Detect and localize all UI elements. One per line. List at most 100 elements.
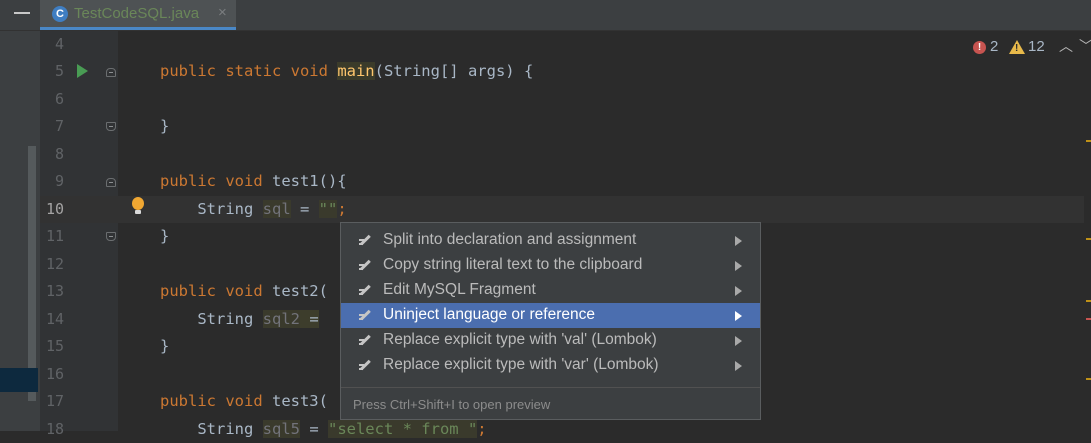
line-number: 13 <box>45 282 64 300</box>
project-panel-scrollbar[interactable] <box>28 146 36 401</box>
previous-highlight-icon[interactable]: ︿ <box>1059 36 1073 56</box>
intention-bulb-icon <box>359 309 373 323</box>
line-number: 8 <box>54 145 64 163</box>
menu-item-label: Split into declaration and assignment <box>383 231 637 248</box>
code-line-15[interactable]: } <box>160 333 169 360</box>
intention-lightbulb-icon[interactable] <box>131 197 145 217</box>
variable-sql5: sql5 <box>262 420 300 438</box>
assign: = <box>299 420 328 438</box>
fold-icon[interactable] <box>106 178 116 187</box>
line-number: 9 <box>54 172 64 190</box>
variable-sql: sql <box>262 200 291 218</box>
intention-bulb-icon <box>359 284 373 298</box>
hide-panel-icon[interactable] <box>14 12 30 14</box>
keyword: public static void <box>160 62 338 80</box>
type: String <box>197 420 263 438</box>
bulb-base <box>135 210 141 214</box>
menu-item-replace-with-val[interactable]: Replace explicit type with 'val' (Lombok… <box>341 328 760 353</box>
code-line-13[interactable]: public void test2( <box>160 278 328 305</box>
line-number: 12 <box>45 255 64 273</box>
code-text: (String[] args) { <box>374 62 534 80</box>
warning-stripe[interactable] <box>1086 378 1091 380</box>
intention-bulb-icon <box>359 334 373 348</box>
warning-stripe[interactable] <box>1086 140 1091 142</box>
intention-bulb-icon <box>359 259 373 273</box>
menu-item-edit-mysql-fragment[interactable]: Edit MySQL Fragment <box>341 278 760 303</box>
menu-item-label: Replace explicit type with 'val' (Lombok… <box>383 331 657 348</box>
line-number: 5 <box>54 62 64 80</box>
line-number: 7 <box>54 117 64 135</box>
warning-mark: ! <box>1015 43 1019 54</box>
editor-tab-bar: C TestCodeSQL.java × <box>0 0 1091 31</box>
keyword: public void <box>160 282 272 300</box>
warning-stripe[interactable] <box>1086 300 1091 302</box>
line-number: 17 <box>45 392 64 410</box>
intention-actions-popup: Split into declaration and assignment Co… <box>340 222 761 420</box>
warning-stripe[interactable] <box>1086 238 1091 240</box>
submenu-arrow-icon <box>735 286 742 296</box>
code-line-9[interactable]: public void test1(){ <box>160 168 347 195</box>
string-literal: "" <box>318 200 338 218</box>
left-tool-strip <box>0 31 40 431</box>
fold-icon[interactable] <box>106 232 116 241</box>
bulb-glass <box>132 197 144 210</box>
fold-icon[interactable] <box>106 122 116 131</box>
code-line-18[interactable]: String sql5 = "select * from "; <box>160 416 487 443</box>
code-line-7[interactable]: } <box>160 113 169 140</box>
method-signature: test2( <box>271 282 328 300</box>
variable-sql2: sql2 <box>262 310 300 328</box>
code-line-14[interactable]: String sql2 = <box>160 306 319 333</box>
intention-bulb-icon <box>359 234 373 248</box>
submenu-arrow-icon <box>735 236 742 246</box>
java-class-icon: C <box>52 6 68 22</box>
code-line-17[interactable]: public void test3( <box>160 388 328 415</box>
line-number: 14 <box>45 310 64 328</box>
run-main-icon[interactable] <box>77 64 88 78</box>
menu-item-uninject-language[interactable]: Uninject language or reference <box>341 303 760 328</box>
close-tab-icon[interactable]: × <box>218 4 227 21</box>
semicolon: ; <box>477 420 487 438</box>
submenu-arrow-icon <box>735 311 742 321</box>
submenu-arrow-icon <box>735 361 742 371</box>
line-number: 16 <box>45 365 64 383</box>
menu-item-label: Replace explicit type with 'var' (Lombok… <box>383 356 659 373</box>
next-highlight-icon[interactable]: ﹀ <box>1079 36 1091 56</box>
menu-item-split-declaration[interactable]: Split into declaration and assignment <box>341 228 760 253</box>
line-number: 4 <box>54 35 64 53</box>
menu-item-label: Copy string literal text to the clipboar… <box>383 256 643 273</box>
menu-item-label: Edit MySQL Fragment <box>383 281 536 298</box>
line-number: 15 <box>45 337 64 355</box>
keyword: public void <box>160 392 272 410</box>
line-number: 18 <box>45 420 64 438</box>
menu-item-replace-with-var[interactable]: Replace explicit type with 'var' (Lombok… <box>341 353 760 378</box>
code-line-10[interactable]: String sql = ""; <box>160 196 347 223</box>
line-number-current: 10 <box>45 200 64 218</box>
assign: = <box>299 310 319 328</box>
warning-count: 12 <box>1028 38 1045 55</box>
line-number: 6 <box>54 90 64 108</box>
semicolon: ; <box>337 200 347 218</box>
method-name: main <box>337 62 375 80</box>
tab-title: TestCodeSQL.java <box>74 5 200 22</box>
error-icon: ! <box>973 41 986 54</box>
preview-hint: Press Ctrl+Shift+I to open preview <box>353 397 551 412</box>
type: String <box>197 200 263 218</box>
tab-testcodesql[interactable]: C TestCodeSQL.java × <box>40 0 236 30</box>
intention-bulb-icon <box>359 359 373 373</box>
type: String <box>197 310 263 328</box>
line-number: 11 <box>45 227 64 245</box>
menu-item-label: Uninject language or reference <box>383 306 595 323</box>
fold-icon[interactable] <box>106 68 116 77</box>
menu-item-copy-string-literal[interactable]: Copy string literal text to the clipboar… <box>341 253 760 278</box>
string-literal: "select * from " <box>327 420 478 438</box>
submenu-arrow-icon <box>735 261 742 271</box>
code-line-5[interactable]: public static void main(String[] args) { <box>160 58 533 85</box>
error-stripe[interactable] <box>1086 318 1091 320</box>
method-signature: test3( <box>271 392 328 410</box>
assign: = <box>290 200 319 218</box>
code-line-11[interactable]: } <box>160 223 169 250</box>
keyword: public void <box>160 172 272 190</box>
method-signature: test1(){ <box>271 172 347 190</box>
error-count: 2 <box>990 38 999 55</box>
project-panel-selection <box>0 368 38 392</box>
